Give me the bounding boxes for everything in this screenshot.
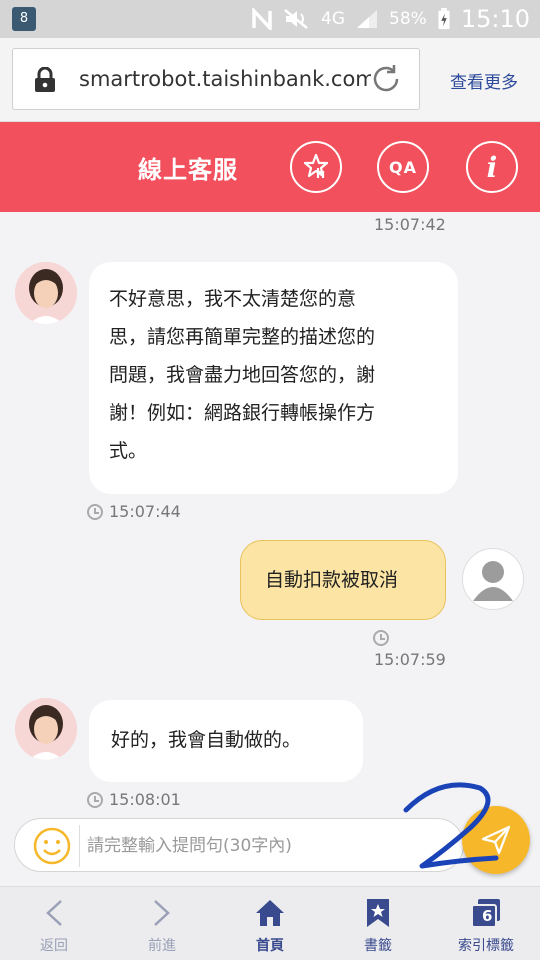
star-tap-icon (303, 153, 329, 178)
timestamp-text: 15:07:44 (109, 502, 181, 521)
signal-icon (357, 10, 378, 28)
qa-label: QA (389, 157, 417, 177)
tabs-icon: 6 (468, 895, 504, 931)
battery-icon (438, 8, 450, 30)
network-type: 4G (321, 9, 346, 29)
input-divider (79, 825, 80, 867)
chat-area[interactable]: 15:07:42 不好意思，我不太清楚您的意 思，請您再簡單完整的描述您的 問題… (0, 212, 540, 818)
send-button[interactable] (462, 806, 530, 874)
bottom-navigation: 返回 前進 首頁 書籤 6 索引標籤 (0, 886, 540, 960)
info-button[interactable]: i (466, 141, 518, 193)
agent-avatar-image (15, 262, 77, 324)
user-message-bubble: 自動扣款被取消 (240, 540, 446, 620)
message-line: 好的，我會自動做的。 (111, 729, 302, 751)
favorite-button[interactable] (290, 141, 342, 193)
nav-label: 首頁 (256, 938, 284, 954)
status-icons: 4G 58% 15:10 (251, 0, 530, 38)
message-line: 不好意思，我不太清楚您的意 (109, 288, 357, 310)
chevron-left-icon (36, 895, 72, 931)
battery-percent: 58% (389, 9, 427, 29)
nav-label: 前進 (148, 938, 176, 954)
nav-label: 返回 (40, 938, 68, 954)
bot-message-bubble: 好的，我會自動做的。 (89, 700, 363, 782)
message-timestamp: 15:07:59 (374, 650, 446, 669)
message-line: 思，請您再簡單完整的描述您的 (109, 326, 376, 348)
nav-home[interactable]: 首頁 (216, 887, 324, 960)
screen: 8 4G 58% 15:10 smartrobot.taishinbank.co… (0, 0, 540, 960)
nav-label: 書籤 (364, 938, 392, 954)
bot-avatar (15, 262, 77, 324)
send-icon (481, 825, 511, 855)
question-input[interactable] (87, 831, 417, 861)
chevron-right-icon (144, 895, 180, 931)
clock-icon (87, 791, 103, 808)
reload-icon[interactable] (369, 62, 403, 96)
timestamp-text: 15:08:01 (109, 790, 181, 809)
nav-forward[interactable]: 前進 (108, 887, 216, 960)
bot-avatar (15, 698, 77, 760)
tab-count: 6 (482, 907, 493, 925)
user-silhouette-icon (473, 561, 513, 601)
timestamp-text: 15:07:42 (374, 215, 446, 234)
clock: 15:10 (460, 5, 530, 33)
view-more-link[interactable]: 查看更多 (450, 68, 518, 93)
address-bar[interactable]: smartrobot.taishinbank.com.tw (12, 48, 420, 110)
chat-header: 線上客服 QA i (0, 122, 540, 212)
message-line: 問題，我會盡力地回答您的，謝 (109, 364, 376, 386)
message-timestamp: 15:07:44 (87, 502, 181, 521)
user-avatar (462, 548, 524, 610)
page-title: 線上客服 (138, 156, 238, 184)
nav-back[interactable]: 返回 (0, 887, 108, 960)
nav-tabs[interactable]: 6 索引標籤 (432, 887, 540, 960)
message-line: 自動扣款被取消 (265, 569, 399, 591)
message-line: 式。 (109, 440, 148, 462)
nfc-icon (252, 8, 272, 30)
lock-icon (35, 67, 55, 92)
bot-message-bubble: 不好意思，我不太清楚您的意 思，請您再簡單完整的描述您的 問題，我會盡力地回答您… (89, 262, 458, 494)
message-timestamp: 15:07:42 (374, 215, 446, 234)
url-text[interactable]: smartrobot.taishinbank.com.tw (79, 67, 371, 91)
notification-badge: 8 (12, 7, 36, 31)
nav-label: 索引標籤 (458, 938, 514, 954)
clock-icon (87, 503, 103, 520)
browser-toolbar: smartrobot.taishinbank.com.tw 查看更多 (0, 38, 540, 122)
emoji-icon[interactable] (32, 826, 72, 866)
status-bar: 8 4G 58% 15:10 (0, 0, 540, 38)
message-line: 謝！例如：網路銀行轉帳操作方 (109, 402, 376, 424)
home-icon (252, 895, 288, 931)
timestamp-text: 15:07:59 (374, 650, 446, 669)
nav-bookmarks[interactable]: 書籤 (324, 887, 432, 960)
mute-icon (284, 9, 308, 29)
message-composer (14, 818, 464, 872)
info-icon: i (486, 150, 498, 184)
qa-button[interactable]: QA (377, 141, 429, 193)
message-timestamp: 15:08:01 (87, 790, 181, 809)
bookmark-icon (360, 895, 396, 931)
agent-avatar-image (15, 698, 77, 760)
clock-icon (373, 630, 389, 646)
